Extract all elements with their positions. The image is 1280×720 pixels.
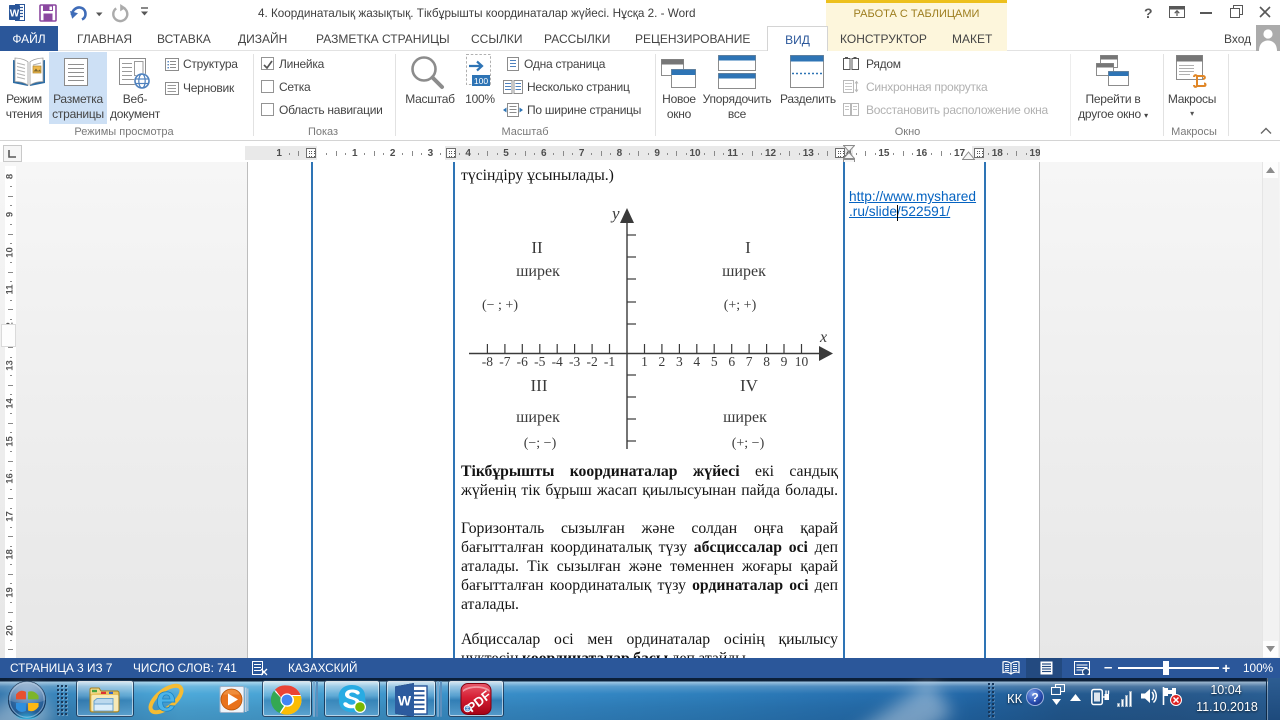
svg-text:I: I [745,238,751,257]
svg-text:ширек: ширек [516,409,560,426]
svg-text:-1: -1 [604,354,615,369]
svg-text:-5: -5 [534,354,545,369]
svg-text:2: 2 [659,354,666,369]
svg-text:-8: -8 [482,354,493,369]
svg-text:-7: -7 [499,354,510,369]
svg-text:ширек: ширек [723,409,767,426]
svg-text:9: 9 [781,354,788,369]
svg-text:1: 1 [641,354,648,369]
svg-text:?: ? [1031,691,1038,705]
svg-text:8: 8 [763,354,770,369]
svg-text:III: III [531,376,548,395]
svg-text:4: 4 [693,354,700,369]
svg-text:-6: -6 [517,354,528,369]
svg-text:10: 10 [795,354,809,369]
svg-text:7: 7 [746,354,753,369]
svg-text:W: W [398,693,412,709]
svg-text:(+; +): (+; +) [724,298,757,313]
svg-text:3: 3 [676,354,683,369]
svg-text:II: II [531,238,543,257]
svg-text:-3: -3 [569,354,580,369]
svg-text:W: W [10,9,20,20]
svg-text:y: y [610,204,620,223]
svg-text:x: x [819,329,827,346]
svg-text:6: 6 [728,354,735,369]
svg-text:e: e [156,680,176,719]
svg-text:(− ; +): (− ; +) [482,298,518,313]
svg-text:ширек: ширек [722,263,766,280]
svg-text:IV: IV [740,376,759,395]
svg-text:(+; −): (+; −) [732,436,765,451]
svg-text:(−; −): (−; −) [524,436,557,451]
svg-text:-2: -2 [586,354,597,369]
svg-text:5: 5 [711,354,718,369]
svg-text:100: 100 [474,76,488,86]
svg-text:ширек: ширек [516,263,560,280]
svg-text:-4: -4 [552,354,563,369]
